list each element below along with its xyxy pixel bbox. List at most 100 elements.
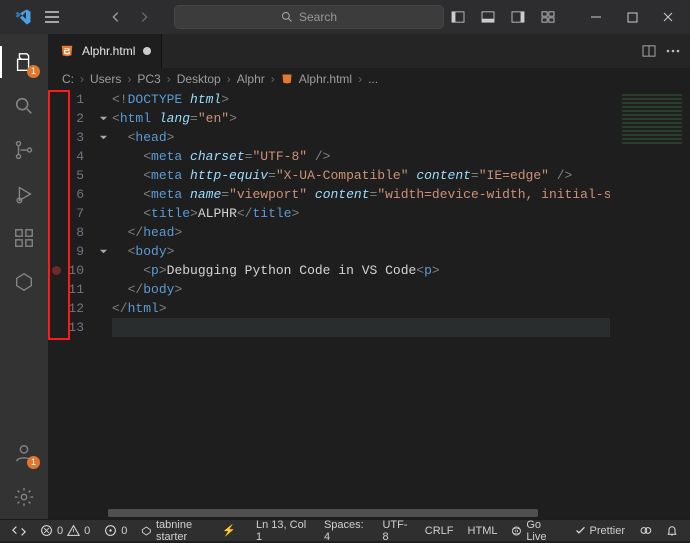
nav-group [102,3,158,31]
split-editor-button[interactable] [642,45,656,57]
breakpoint-icon[interactable] [52,266,61,275]
fold-toggle [94,299,112,318]
run-debug-tab[interactable] [0,172,48,216]
toggle-panel-button[interactable] [474,3,502,31]
line-number[interactable]: 12 [48,299,84,318]
line-number[interactable]: 11 [48,280,84,299]
breadcrumb-part[interactable]: Users [90,72,121,86]
code-line[interactable]: <meta charset="UTF-8" /> [112,147,690,166]
breadcrumb-file[interactable]: Alphr.html [299,72,352,86]
customize-layout-button[interactable] [534,3,562,31]
breadcrumb[interactable]: C:› Users› PC3› Desktop› Alphr› Alphr.ht… [48,68,690,90]
code-line[interactable]: <html lang="en"> [112,109,690,128]
search-tab[interactable] [0,84,48,128]
fold-toggle [94,223,112,242]
ports-indicator[interactable]: 0 [100,524,131,537]
app-menu-button[interactable] [42,0,62,34]
fold-toggle [94,261,112,280]
explorer-tab[interactable]: 1 [0,40,48,84]
prettier-status[interactable]: Prettier [571,525,629,537]
source-control-tab[interactable] [0,128,48,172]
line-number[interactable]: 13 [48,318,84,337]
line-number[interactable]: 1 [48,90,84,109]
line-number[interactable]: 4 [48,147,84,166]
eol-status[interactable]: CRLF [421,525,458,537]
notifications-button[interactable] [662,524,682,537]
command-center-search[interactable]: Search [174,5,444,29]
line-number[interactable]: 2 [48,109,84,128]
extensions-tab[interactable] [0,216,48,260]
nav-forward-button[interactable] [130,3,158,31]
toggle-primary-sidebar-button[interactable] [444,3,472,31]
fold-toggle[interactable] [94,242,112,261]
code-line[interactable]: <meta name="viewport" content="width=dev… [112,185,690,204]
code-line[interactable] [112,318,690,337]
html-file-icon [60,44,74,58]
line-number[interactable]: 3 [48,128,84,147]
toggle-secondary-sidebar-button[interactable] [504,3,532,31]
search-icon [281,11,293,23]
problems-indicator[interactable]: 0 0 [36,524,94,537]
dirty-indicator-icon [143,47,151,55]
accounts-button[interactable]: 1 [0,431,48,475]
code-line[interactable]: <meta http-equiv="X-UA-Compatible" conte… [112,166,690,185]
fold-toggle [94,204,112,223]
code-line[interactable]: <title>ALPHR</title> [112,204,690,223]
line-number[interactable]: 7 [48,204,84,223]
tab-title: Alphr.html [82,44,135,58]
code-area[interactable]: <!DOCTYPE html><html lang="en"> <head> <… [112,90,690,507]
activity-bar: 1 1 [0,34,48,519]
settings-gear-button[interactable] [0,475,48,519]
cursor-position[interactable]: Ln 13, Col 1 [252,519,314,543]
horizontal-scrollbar[interactable] [48,507,690,519]
breadcrumb-part[interactable]: C: [62,72,74,86]
code-line[interactable]: </head> [112,223,690,242]
more-actions-button[interactable] [666,49,680,53]
close-button[interactable] [650,3,686,31]
code-line[interactable]: <body> [112,242,690,261]
line-number[interactable]: 5 [48,166,84,185]
line-number[interactable]: 8 [48,223,84,242]
code-line[interactable]: <head> [112,128,690,147]
editor-tab[interactable]: Alphr.html [48,34,162,68]
fold-toggle [94,318,112,337]
tabnine-tab[interactable] [0,260,48,304]
scrollbar-thumb[interactable] [108,509,538,517]
maximize-button[interactable] [614,3,650,31]
line-number[interactable]: 6 [48,185,84,204]
line-number[interactable]: 9 [48,242,84,261]
layout-controls [444,3,562,31]
fold-toggle[interactable] [94,128,112,147]
title-bar: Search [0,0,690,34]
fold-toggle [94,90,112,109]
breadcrumb-part[interactable]: Desktop [177,72,221,86]
code-line[interactable]: <p>Debugging Python Code in VS Code<p> [112,261,690,280]
fold-toggle[interactable] [94,109,112,128]
breadcrumb-part[interactable]: PC3 [137,72,160,86]
window-controls [578,3,686,31]
go-live-button[interactable]: Go Live [507,519,564,543]
minimap[interactable] [610,90,690,507]
line-number-gutter[interactable]: 12345678910111213 [48,90,94,507]
code-line[interactable]: </body> [112,280,690,299]
code-line[interactable]: </html> [112,299,690,318]
fold-toggle [94,185,112,204]
vscode-logo-icon [14,6,32,28]
code-editor[interactable]: 12345678910111213 <!DOCTYPE html><html l… [48,90,690,507]
breadcrumb-trailing[interactable]: ... [368,72,378,86]
editor-tabs: Alphr.html [48,34,690,68]
encoding-status[interactable]: UTF-8 [378,519,414,543]
code-line[interactable]: <!DOCTYPE html> [112,90,690,109]
fold-toggle [94,166,112,185]
language-mode[interactable]: HTML [464,525,502,537]
html-file-icon [281,73,293,85]
breadcrumb-part[interactable]: Alphr [237,72,265,86]
nav-back-button[interactable] [102,3,130,31]
fold-gutter[interactable] [94,90,112,507]
feedback-button[interactable] [635,524,656,537]
indentation-status[interactable]: Spaces: 4 [320,519,373,543]
fold-toggle [94,280,112,299]
minimize-button[interactable] [578,3,614,31]
remote-indicator[interactable] [8,524,30,538]
tabnine-status[interactable]: tabnine starter ⚡ [137,519,240,543]
